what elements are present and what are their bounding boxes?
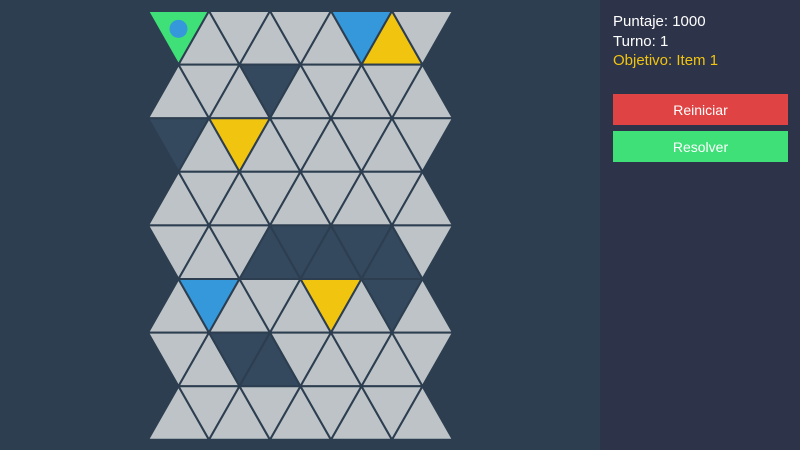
solve-button[interactable]: Resolver <box>613 131 788 162</box>
board-row <box>147 170 454 227</box>
board-row <box>147 385 454 441</box>
restart-button[interactable]: Reiniciar <box>613 94 788 125</box>
side-panel: Puntaje: 1000 Turno: 1 Objetivo: Item 1 … <box>600 0 800 450</box>
score-label: Puntaje: 1000 <box>613 13 706 30</box>
board-row <box>147 117 454 173</box>
player-token[interactable] <box>169 19 188 38</box>
board-row <box>147 10 454 66</box>
objective-label: Objetivo: Item 1 <box>613 52 719 69</box>
board-row <box>147 224 454 280</box>
board-row <box>147 278 454 334</box>
turn-label: Turno: 1 <box>613 33 669 50</box>
board-row <box>147 331 454 388</box>
game-board <box>147 10 454 441</box>
board-row <box>147 63 454 120</box>
